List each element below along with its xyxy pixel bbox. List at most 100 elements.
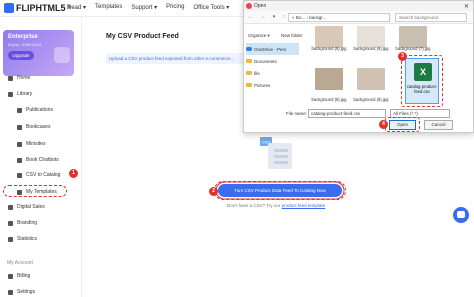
dialog-search-input[interactable]: Search background (395, 13, 467, 22)
sidebar-item-home[interactable]: Home (8, 73, 30, 83)
sidebar-item-csv-to-catalog[interactable]: CSV to Catalog (17, 170, 60, 180)
cancel-button[interactable]: Cancel (424, 120, 453, 130)
file-label: background (6).jpg (353, 46, 389, 51)
folder-icon (246, 59, 252, 63)
tree-item-label: Pictures (254, 82, 271, 88)
new-folder-button[interactable]: New folder (281, 33, 303, 38)
sidebar-item-label: Digital Sales (17, 204, 45, 210)
nav-read[interactable]: Read ▾ (67, 4, 86, 11)
library-icon (8, 91, 13, 97)
filename-input[interactable]: catalog-product-feed.csv (308, 109, 386, 118)
file-thumbnail[interactable] (315, 68, 343, 90)
dialog-titlebar: Open ✕ (244, 1, 473, 11)
sidebar-item-bookcases[interactable]: Bookcases (17, 122, 50, 132)
sidebar-item-label: Minisites (26, 141, 46, 147)
file-thumbnail[interactable] (357, 26, 385, 48)
sidebar-item-digital-sales[interactable]: Digital Sales (8, 202, 45, 212)
sidebar: Enterprise Expiry: 2026/11/24 Upgrade Ho… (0, 17, 82, 297)
tree-item-label: file (254, 70, 260, 76)
plan-illustration-icon (54, 47, 70, 63)
file-label: catalog-product-feed.csv (406, 84, 438, 94)
sidebar-item-label: Billing (17, 273, 31, 279)
sidebar-item-label: Book Chatbots (26, 157, 59, 163)
nav-office-tools[interactable]: Office Tools ▾ (193, 4, 229, 11)
logo[interactable]: FLIPHTML5 ® (4, 3, 71, 13)
logo-text: FLIPHTML5 (16, 3, 66, 13)
sidebar-item-my-templates[interactable]: My Templates (17, 187, 57, 197)
excel-icon: X (414, 63, 432, 81)
chrome-icon (246, 3, 252, 9)
chat-support-button[interactable] (453, 207, 469, 223)
main-nav: Read ▾ Templates Support ▾ Pricing Offic… (67, 4, 229, 11)
file-label: background (8).jpg (311, 97, 347, 102)
tree-item-pictures[interactable]: Pictures (246, 79, 299, 91)
filename-label: File name: (286, 111, 308, 116)
open-button[interactable]: Open (389, 120, 416, 130)
sidebar-item-label: My Templates (26, 189, 57, 195)
step-badge-3: 3 (398, 52, 407, 61)
csv-icon (17, 172, 22, 178)
nav-pricing[interactable]: Pricing (166, 4, 184, 11)
sidebar-item-book-chatbots[interactable]: Book Chatbots (17, 155, 59, 165)
product-feed-template-link[interactable]: product feed template (282, 203, 326, 208)
settings-icon (8, 289, 13, 295)
upgrade-button[interactable]: Upgrade (8, 51, 34, 60)
info-banner: Upload a CSV product feed exported from … (106, 53, 251, 64)
sidebar-item-label: Publications (26, 107, 53, 113)
page-title: My CSV Product Feed (106, 33, 179, 40)
selected-csv-file[interactable]: X catalog-product-feed.csv (405, 58, 439, 104)
digital-sales-icon (8, 204, 13, 210)
tree-item-onedrive[interactable]: OneDrive - Pers (246, 43, 299, 55)
file-thumbnail[interactable] (399, 26, 427, 48)
sidebar-item-label: Home (17, 75, 31, 81)
plan-card: Enterprise Expiry: 2026/11/24 Upgrade (3, 30, 74, 76)
folder-tree: OneDrive - Pers Documents file Pictures (246, 43, 299, 103)
file-label: background (9).jpg (353, 97, 389, 102)
sidebar-item-billing[interactable]: Billing (8, 271, 30, 281)
turn-csv-to-catalog-button[interactable]: Turn CSV Product Data Feed To Catalog No… (218, 184, 342, 197)
statistics-icon (8, 236, 13, 242)
file-label: background (7).jpg (395, 46, 431, 51)
sidebar-item-settings[interactable]: Settings (8, 287, 35, 297)
nav-support[interactable]: Support ▾ (131, 4, 157, 11)
cloud-icon (246, 47, 252, 51)
organize-button[interactable]: Organize ▾ (248, 33, 270, 39)
file-label: background (5).jpg (311, 46, 347, 51)
hint-text: Don't have a CSV? Try our (227, 203, 281, 208)
tree-item-file[interactable]: file (246, 67, 299, 79)
dialog-title: Open (254, 3, 267, 9)
sidebar-item-label: Settings (17, 289, 36, 295)
file-thumbnail[interactable] (357, 68, 385, 90)
plan-expiry: Expiry: 2026/11/24 (8, 42, 42, 47)
navigation-arrows-icon[interactable]: ← → ▾ ↑ (248, 14, 288, 20)
tree-item-documents[interactable]: Documents (246, 55, 299, 67)
step-badge-4: 4 (379, 120, 388, 129)
chatbot-icon (17, 157, 22, 163)
csv-illustration-icon: CSV (260, 137, 292, 169)
folder-icon (246, 83, 252, 87)
address-path[interactable]: « Do... › backgr... (288, 13, 390, 22)
sidebar-item-library[interactable]: Library (8, 89, 32, 99)
sidebar-item-branding[interactable]: Branding (8, 218, 37, 228)
minisites-icon (17, 141, 22, 147)
file-thumbnail[interactable] (315, 26, 343, 48)
templates-icon (17, 189, 22, 195)
template-hint: Don't have a CSV? Try our product feed t… (227, 203, 325, 208)
branding-icon (8, 220, 13, 226)
nav-templates[interactable]: Templates (95, 4, 122, 11)
step-badge-2: 2 (209, 187, 218, 196)
publications-icon (17, 107, 22, 113)
sidebar-item-label: Statistics (17, 236, 38, 242)
sidebar-item-statistics[interactable]: Statistics (8, 234, 37, 244)
bookcases-icon (17, 124, 22, 130)
folder-icon (246, 71, 252, 75)
sidebar-item-publications[interactable]: Publications (17, 105, 53, 115)
tree-item-label: OneDrive - Pers (254, 46, 287, 52)
sidebar-item-label: Branding (17, 220, 38, 226)
plan-name: Enterprise (8, 34, 38, 40)
step-badge-1: 1 (69, 169, 78, 178)
sidebar-item-minisites[interactable]: Minisites (17, 139, 45, 149)
billing-icon (8, 273, 13, 279)
sidebar-item-label: Library (17, 91, 33, 97)
tree-item-label: Documents (254, 58, 277, 64)
